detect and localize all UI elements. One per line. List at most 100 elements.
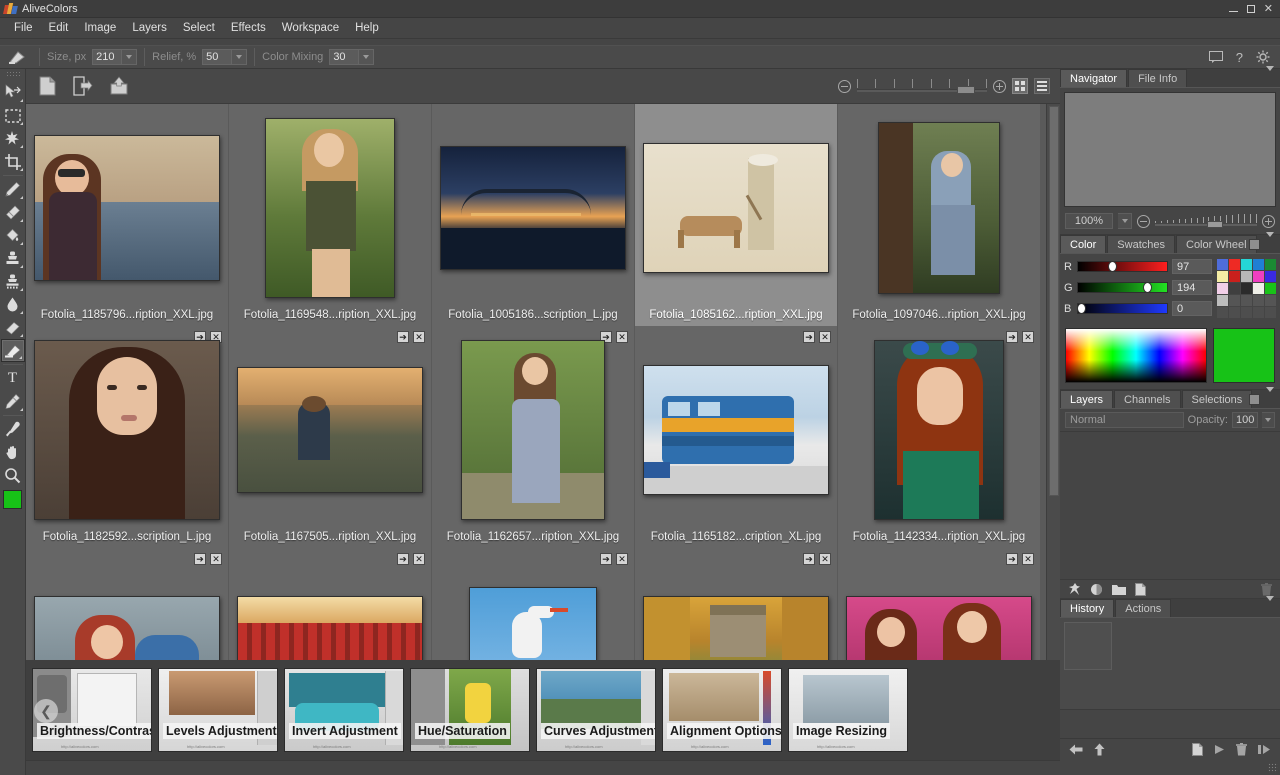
open-in-editor-icon[interactable]: ➔ [803,331,815,343]
rectangular-select-tool[interactable] [1,104,25,127]
filmstrip-item[interactable]: Levels Adjustment http://alivecolors.com [158,668,278,752]
thumbnail-cell[interactable]: Fotolia_1005186...scription_L.jpg [432,104,635,326]
menu-item-help[interactable]: Help [347,19,387,37]
swatch[interactable] [1241,271,1252,282]
filmstrip-item[interactable]: Curves Adjustment http://alivecolors.com [536,668,656,752]
filmstrip-item[interactable]: Alignment Options http://alivecolors.com [662,668,782,752]
crop-tool[interactable] [1,150,25,173]
hand-tool[interactable] [1,441,25,464]
thumbnail-cell[interactable]: ➔ ✕ [838,548,1041,660]
slider-knob[interactable] [1142,282,1152,293]
swatch[interactable] [1217,259,1228,270]
menu-item-select[interactable]: Select [175,19,223,37]
thumbnail-image[interactable] [461,340,605,520]
blend-mode-select[interactable]: Normal [1065,412,1184,428]
tab-channels[interactable]: Channels [1114,390,1181,408]
swatch[interactable] [1229,295,1240,306]
green-slider[interactable] [1077,282,1168,293]
swatch[interactable] [1241,307,1252,318]
resize-grip[interactable] [1268,763,1278,773]
zoom-out-button[interactable] [838,79,851,93]
minimize-button[interactable] [1228,5,1238,12]
thumbnail-image[interactable] [34,596,220,660]
slider-thumb[interactable] [957,86,975,94]
relief-brush-tool[interactable] [0,339,25,362]
thumbnail-cell[interactable]: Fotolia_1185796...ription_XXL.jpg [26,104,229,326]
open-document-icon[interactable] [68,73,98,99]
tutorial-filmstrip[interactable]: Brightness/Contrast http://alivecolors.c… [26,660,1060,760]
open-in-editor-icon[interactable]: ➔ [194,553,206,565]
forward-arrow-icon[interactable] [1094,743,1105,756]
swatch[interactable] [1241,295,1252,306]
toolbar-drag-handle[interactable] [5,71,20,78]
red-slider[interactable] [1077,261,1168,272]
gear-icon[interactable] [1256,50,1270,64]
swatch[interactable] [1241,283,1252,294]
tab-selections[interactable]: Selections [1181,390,1253,408]
trash-icon[interactable] [1236,743,1247,756]
export-icon[interactable] [104,73,134,99]
back-arrow-icon[interactable] [1069,744,1083,755]
close-thumbnail-icon[interactable]: ✕ [819,331,831,343]
thumbnail-image[interactable] [643,596,829,660]
tab-history[interactable]: History [1060,599,1115,617]
tab-navigator[interactable]: Navigator [1060,69,1128,87]
navigator-preview[interactable] [1064,92,1276,207]
group-icon[interactable] [1112,584,1126,595]
size-dropdown-button[interactable] [122,49,138,65]
move-tool[interactable] [1,81,25,104]
zoom-in-button[interactable] [993,79,1006,93]
open-in-editor-icon[interactable]: ➔ [1006,331,1018,343]
navigator-zoom-in-button[interactable] [1262,214,1275,228]
thumbnail-image[interactable] [643,365,829,495]
swatch[interactable] [1217,271,1228,282]
color-mixing-input[interactable]: 30 [329,49,360,65]
browser-scrollbar[interactable] [1046,104,1060,660]
paint-bucket-tool[interactable] [1,224,25,247]
menu-item-effects[interactable]: Effects [223,19,274,37]
comment-icon[interactable] [1208,51,1223,63]
thumbnail-cell[interactable]: ➔ ✕ Fotolia_1142334...ription_XXL.jpg [838,326,1041,548]
swatch[interactable] [1265,283,1276,294]
open-in-editor-icon[interactable]: ➔ [803,553,815,565]
close-thumbnail-icon[interactable]: ✕ [413,331,425,343]
pattern-stamp-tool[interactable] [1,270,25,293]
swatch[interactable] [1265,295,1276,306]
new-layer-icon[interactable] [1135,582,1146,596]
swatch[interactable] [1217,283,1228,294]
close-thumbnail-icon[interactable]: ✕ [413,553,425,565]
thumbnail-cell[interactable]: ➔ ✕ Fotolia_1182592...scription_L.jpg [26,326,229,548]
opacity-dropdown-button[interactable] [1262,412,1275,428]
slider-knob[interactable] [1108,261,1118,272]
swatch[interactable] [1253,271,1264,282]
swatch[interactable] [1265,271,1276,282]
open-in-editor-icon[interactable]: ➔ [600,553,612,565]
history-snapshot-thumbnail[interactable] [1064,622,1112,670]
thumbnail-image[interactable] [265,118,395,298]
swatch[interactable] [1217,295,1228,306]
filmstrip-item[interactable]: Image Resizing http://alivecolors.com [788,668,908,752]
navigator-zoom-value[interactable]: 100% [1065,213,1113,229]
thumbnail-cell[interactable]: ➔ ✕ [635,548,838,660]
pencil-tool[interactable] [1,178,25,201]
pin-icon[interactable] [1068,582,1081,596]
red-value[interactable]: 97 [1172,259,1212,274]
blue-slider[interactable] [1077,303,1168,314]
thumbnail-image[interactable] [878,122,1000,294]
previous-arrow-icon[interactable]: ❮ [34,699,58,723]
close-button[interactable]: ✕ [1264,3,1273,14]
size-input[interactable]: 210 [92,49,123,65]
relief-input[interactable]: 50 [202,49,233,65]
close-thumbnail-icon[interactable]: ✕ [819,553,831,565]
play-icon[interactable] [1214,744,1225,755]
tab-color-wheel[interactable]: Color Wheel [1176,235,1257,253]
thumbnail-cell[interactable]: ➔ ✕ Fotolia_1162657...ription_XXL.jpg [432,326,635,548]
close-thumbnail-icon[interactable]: ✕ [1022,553,1034,565]
menu-item-file[interactable]: File [6,19,41,37]
filmstrip-item[interactable]: Invert Adjustment http://alivecolors.com [284,668,404,752]
tab-color[interactable]: Color [1060,235,1107,253]
thumbnail-size-slider[interactable] [857,79,987,94]
navigator-zoom-out-button[interactable] [1137,214,1150,228]
list-view-button[interactable] [1034,78,1050,94]
thumbnail-image[interactable] [643,143,829,273]
